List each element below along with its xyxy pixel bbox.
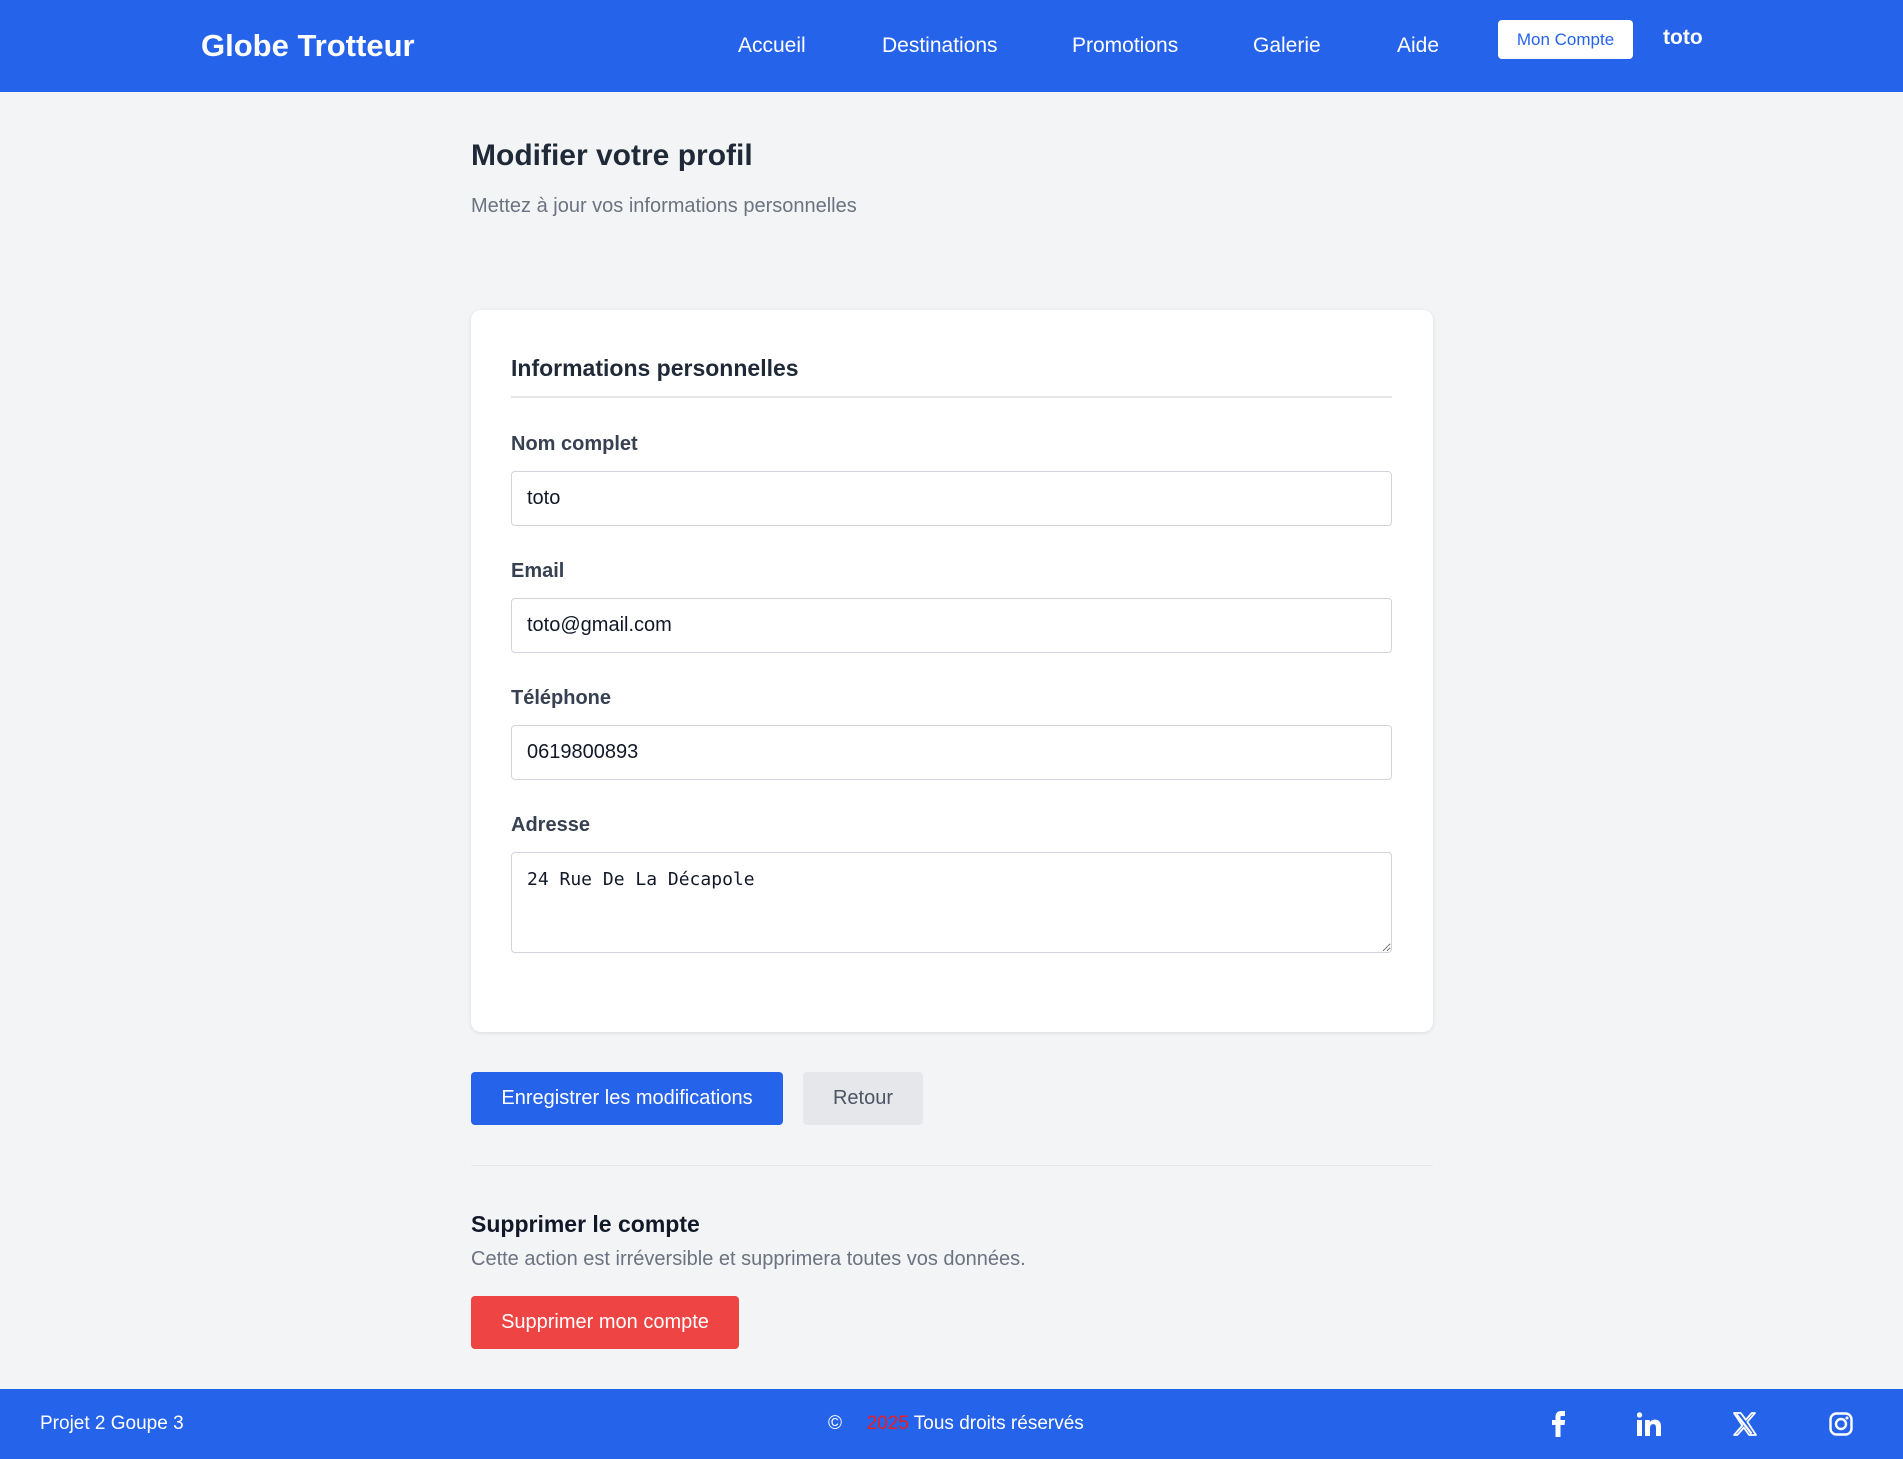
delete-account-title: Supprimer le compte [471, 1211, 700, 1237]
facebook-icon[interactable] [1543, 1409, 1573, 1439]
back-button[interactable]: Retour [803, 1072, 923, 1125]
page-subtitle: Mettez à jour vos informations personnel… [471, 195, 857, 217]
delete-account-button[interactable]: Supprimer mon compte [471, 1296, 739, 1349]
nav-link-destinations[interactable]: Destinations [882, 34, 998, 58]
full-name-label: Nom complet [511, 433, 638, 455]
nav-link-aide[interactable]: Aide [1397, 34, 1439, 58]
instagram-icon[interactable] [1826, 1409, 1856, 1439]
phone-input[interactable] [511, 725, 1392, 780]
card-title: Informations personnelles [511, 355, 799, 381]
card-divider [511, 396, 1392, 398]
linkedin-icon[interactable] [1634, 1409, 1664, 1439]
save-changes-button[interactable]: Enregistrer les modifications [471, 1072, 783, 1125]
nav-link-accueil[interactable]: Accueil [738, 34, 806, 58]
x-icon[interactable] [1730, 1409, 1760, 1439]
address-label: Adresse [511, 814, 590, 836]
delete-account-warning: Cette action est irréversible et supprim… [471, 1248, 1026, 1270]
nav-link-galerie[interactable]: Galerie [1253, 34, 1321, 58]
profile-form-card: Informations personnelles Nom complet Em… [471, 310, 1433, 1032]
footer: Projet 2 Goupe 3 © 2025 Tous droits rése… [0, 1389, 1903, 1459]
section-divider [471, 1165, 1433, 1166]
username-label: toto [1663, 26, 1703, 49]
top-navbar: Globe Trotteur Accueil Destinations Prom… [0, 0, 1903, 92]
brand-logo[interactable]: Globe Trotteur [201, 28, 415, 64]
account-button[interactable]: Mon Compte [1498, 20, 1633, 59]
footer-project-label: Projet 2 Goupe 3 [40, 1413, 184, 1434]
footer-copyright: © 2025 Tous droits réservés [828, 1413, 1084, 1435]
nav-link-promotions[interactable]: Promotions [1072, 34, 1178, 58]
copyright-symbol: © [828, 1413, 842, 1434]
full-name-input[interactable] [511, 471, 1392, 526]
page-title: Modifier votre profil [471, 139, 753, 172]
email-input[interactable] [511, 598, 1392, 653]
phone-label: Téléphone [511, 687, 612, 709]
email-label: Email [511, 560, 565, 582]
copyright-year: 2025 [866, 1413, 909, 1434]
address-textarea[interactable]: 24 Rue De La Décapole [511, 852, 1392, 953]
copyright-text: Tous droits réservés [913, 1413, 1084, 1434]
